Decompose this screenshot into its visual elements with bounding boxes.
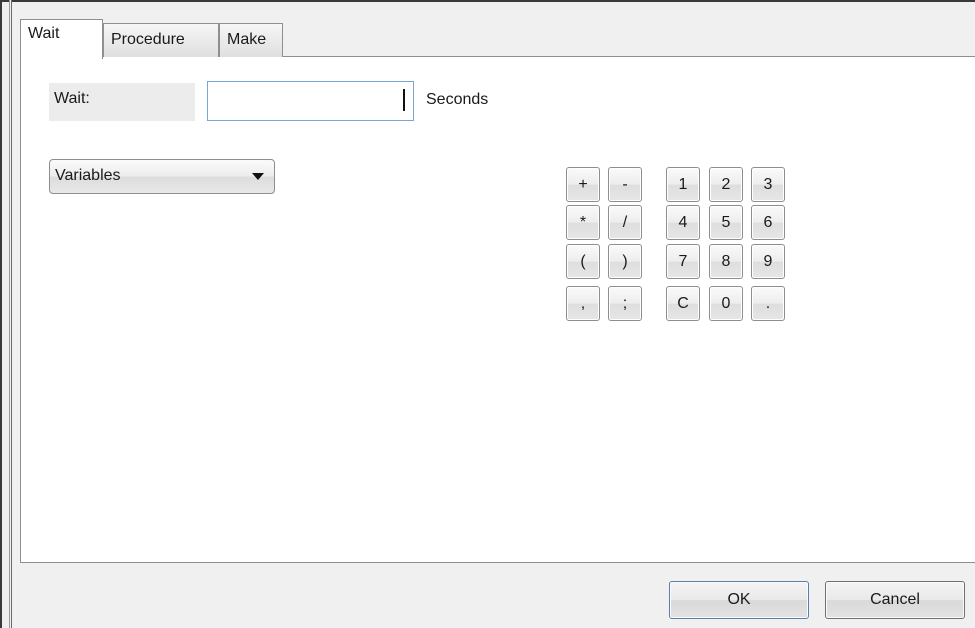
key-6-label: 6	[763, 214, 773, 231]
key-6[interactable]: 6	[751, 205, 785, 240]
key-7[interactable]: 7	[666, 244, 700, 279]
key-multiply[interactable]: *	[566, 205, 600, 240]
key-9[interactable]: 9	[751, 244, 785, 279]
wait-label: Wait:	[49, 83, 195, 121]
key-0[interactable]: 0	[709, 286, 743, 321]
key-open-paren-label: (	[580, 253, 586, 270]
key-minus-label: -	[622, 176, 628, 193]
cancel-button[interactable]: Cancel	[825, 581, 965, 619]
key-plus[interactable]: +	[566, 167, 600, 202]
key-semicolon-label: ;	[622, 295, 628, 312]
tab-make[interactable]: Make	[219, 23, 283, 57]
wait-seconds-input[interactable]	[207, 81, 414, 121]
key-1-label: 1	[678, 176, 688, 193]
key-plus-label: +	[578, 176, 588, 193]
key-7-label: 7	[678, 253, 688, 270]
key-2-label: 2	[721, 176, 731, 193]
key-clear-label: C	[677, 295, 689, 312]
key-close-paren[interactable]: )	[608, 244, 642, 279]
variables-dropdown-value: Variables	[55, 167, 121, 184]
key-open-paren[interactable]: (	[566, 244, 600, 279]
key-9-label: 9	[763, 253, 773, 270]
tab-wait-label: Wait	[28, 25, 60, 42]
tab-procedure-label: Procedure	[111, 31, 185, 48]
key-8-label: 8	[721, 253, 731, 270]
key-divide[interactable]: /	[608, 205, 642, 240]
ok-button[interactable]: OK	[669, 581, 809, 619]
dropdown-arrow-icon	[252, 173, 264, 180]
dialog-inner-border	[9, 0, 12, 628]
key-2[interactable]: 2	[709, 167, 743, 202]
tab-wait[interactable]: Wait	[20, 19, 103, 59]
key-0-label: 0	[721, 295, 731, 312]
key-5[interactable]: 5	[709, 205, 743, 240]
key-close-paren-label: )	[622, 253, 628, 270]
key-4-label: 4	[678, 214, 688, 231]
variables-dropdown[interactable]: Variables	[49, 159, 275, 194]
key-decimal[interactable]: .	[751, 286, 785, 321]
key-5-label: 5	[721, 214, 731, 231]
key-8[interactable]: 8	[709, 244, 743, 279]
key-divide-label: /	[622, 214, 628, 231]
tab-make-label: Make	[227, 31, 267, 48]
key-1[interactable]: 1	[666, 167, 700, 202]
key-comma[interactable]: ,	[566, 286, 600, 321]
key-3-label: 3	[763, 176, 773, 193]
key-3[interactable]: 3	[751, 167, 785, 202]
text-caret	[403, 89, 405, 111]
tab-strip: Wait Procedure Make	[20, 19, 975, 59]
key-4[interactable]: 4	[666, 205, 700, 240]
key-semicolon[interactable]: ;	[608, 286, 642, 321]
key-minus[interactable]: -	[608, 167, 642, 202]
key-decimal-label: .	[765, 295, 771, 312]
key-multiply-label: *	[579, 214, 587, 231]
key-clear[interactable]: C	[666, 286, 700, 321]
tab-panel-wait	[20, 56, 975, 563]
tab-procedure[interactable]: Procedure	[103, 23, 219, 57]
seconds-label: Seconds	[426, 91, 489, 108]
key-comma-label: ,	[580, 295, 586, 312]
